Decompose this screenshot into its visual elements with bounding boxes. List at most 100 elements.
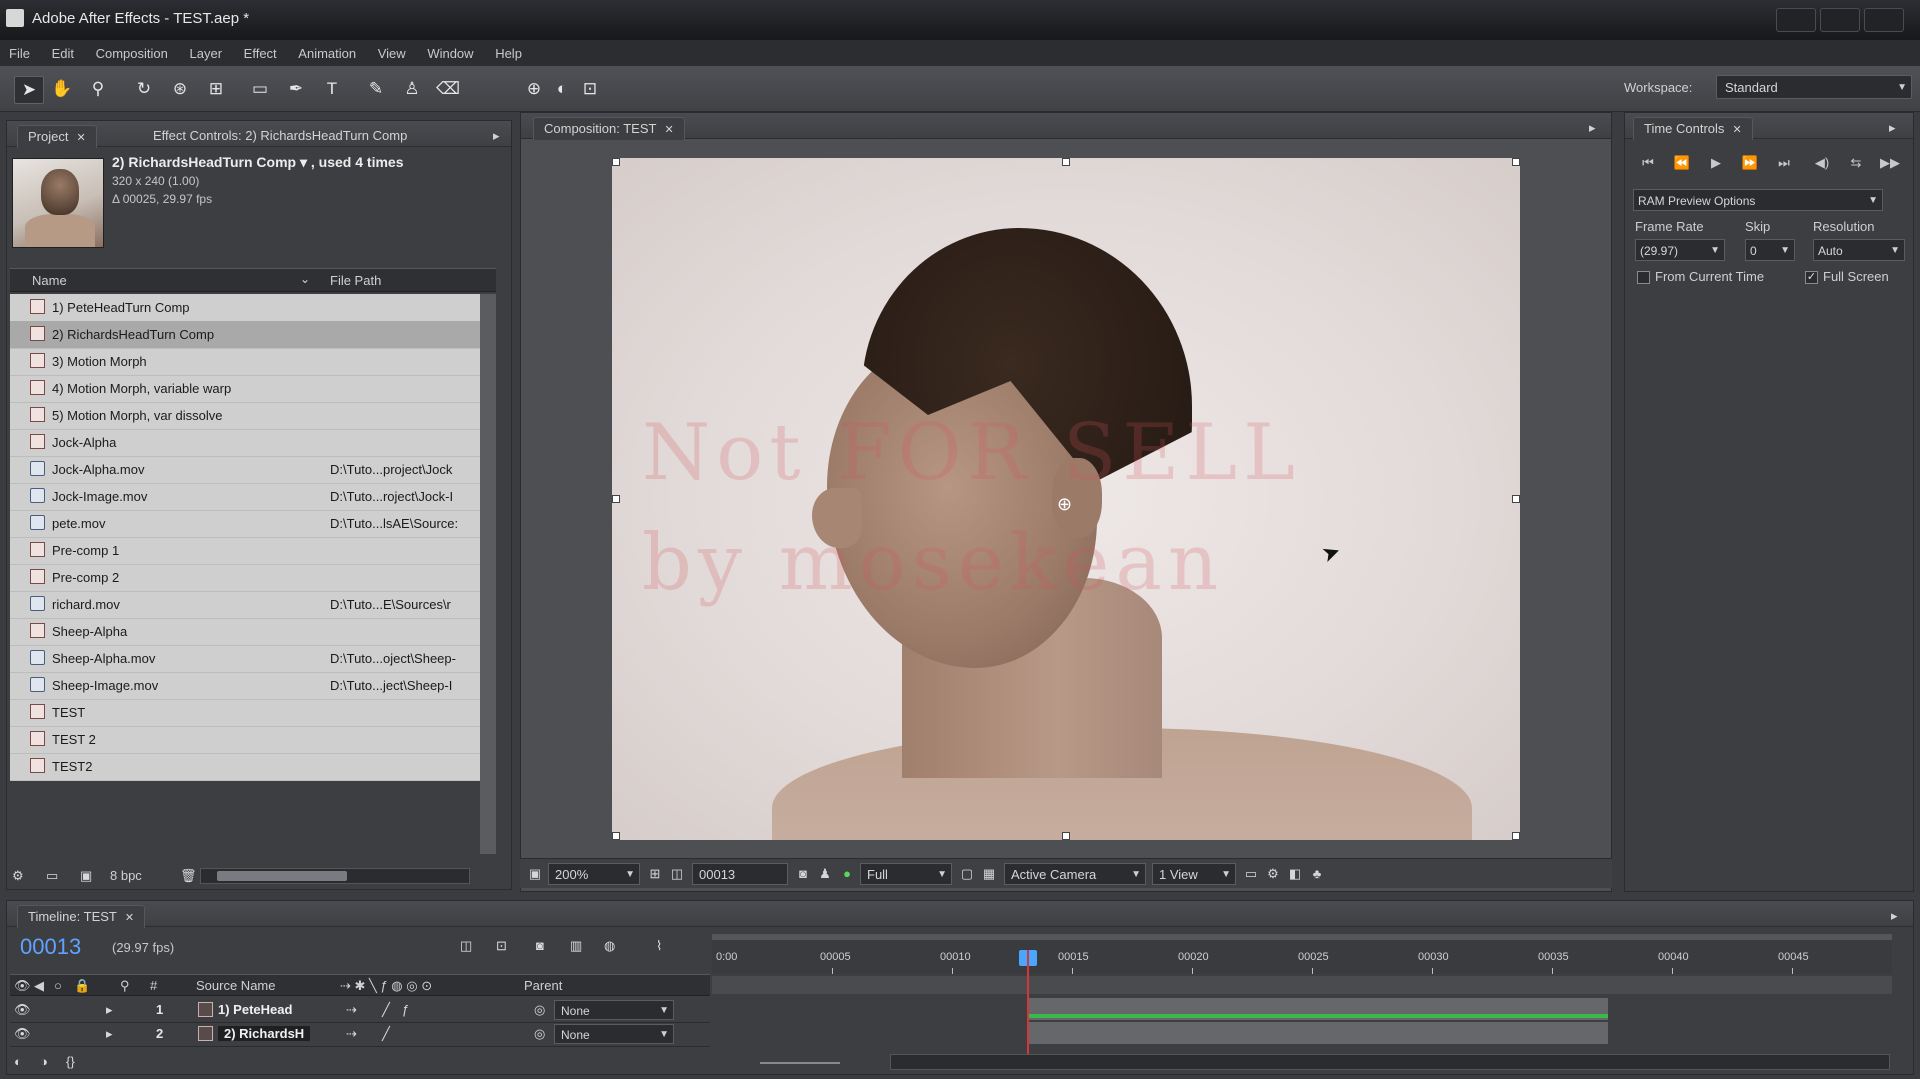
flowchart-icon[interactable]: ♣	[1308, 865, 1326, 883]
quality-switch-icon[interactable]: ╱	[382, 1026, 390, 1042]
shy-switch-icon[interactable]: ⇢	[346, 1026, 357, 1042]
column-name[interactable]: Name	[32, 273, 67, 288]
project-item[interactable]: 4) Motion Morph, variable warp	[10, 375, 480, 403]
zoom-dropdown[interactable]: 200% ▼	[548, 863, 640, 885]
eye-icon[interactable]: 👁	[14, 1026, 31, 1042]
menu-layer[interactable]: Layer	[181, 40, 232, 67]
play-icon[interactable]: ▶	[1703, 153, 1729, 173]
close-window-button[interactable]	[1864, 8, 1904, 32]
project-item[interactable]: Jock-Image.mov D:\Tuto...roject\Jock-I	[10, 483, 480, 511]
project-item[interactable]: Pre-comp 1	[10, 537, 480, 565]
snapshot-icon[interactable]: ◙	[794, 865, 812, 883]
quality-switch-icon[interactable]: ╱	[382, 1002, 390, 1018]
new-comp-icon[interactable]: ▣	[80, 868, 92, 884]
project-item[interactable]: pete.mov D:\Tuto...lsAE\Source:	[10, 510, 480, 538]
project-item[interactable]: 3) Motion Morph	[10, 348, 480, 376]
close-icon[interactable]: ✕	[76, 132, 85, 144]
next-frame-icon[interactable]: ⏩	[1737, 153, 1763, 173]
resolution-dropdown[interactable]: Auto ▼	[1813, 239, 1905, 261]
toggle-modes-icon[interactable]: ◑	[40, 1054, 48, 1069]
ram-preview-options-dropdown[interactable]: RAM Preview Options ▼	[1633, 189, 1883, 211]
rectangle-mask-tool-icon[interactable]: ▭	[246, 76, 274, 102]
current-time-field[interactable]: 00013	[692, 863, 788, 885]
transform-handle[interactable]	[612, 495, 620, 503]
current-time-indicator[interactable]	[1027, 950, 1029, 1054]
shy-switch-icon[interactable]: ⇢	[346, 1002, 357, 1018]
project-item[interactable]: 2) RichardsHeadTurn Comp	[10, 321, 480, 349]
project-item[interactable]: 1) PeteHeadTurn Comp	[10, 294, 480, 322]
transform-handle[interactable]	[612, 832, 620, 840]
mask-view-icon[interactable]: ◫	[668, 865, 686, 883]
zoom-slider[interactable]	[760, 1062, 840, 1064]
close-icon[interactable]: ✕	[664, 124, 673, 136]
full-screen-checkbox[interactable]: ✓	[1805, 271, 1818, 284]
camera-dropdown[interactable]: Active Camera ▼	[1004, 863, 1146, 885]
project-vertical-scrollbar[interactable]	[480, 294, 496, 854]
interpret-footage-icon[interactable]: ⚙	[12, 868, 24, 884]
menu-edit[interactable]: Edit	[43, 40, 83, 67]
panel-menu-icon[interactable]: ▸	[1881, 905, 1908, 927]
menu-file[interactable]: File	[0, 40, 39, 67]
fast-previews-icon[interactable]: ⚙	[1264, 865, 1282, 883]
scroll-thumb[interactable]	[217, 871, 347, 881]
menu-animation[interactable]: Animation	[289, 40, 365, 67]
ram-preview-icon[interactable]: ▶▶	[1877, 153, 1903, 173]
project-item[interactable]: Sheep-Alpha.mov D:\Tuto...oject\Sheep-	[10, 645, 480, 673]
menu-help[interactable]: Help	[486, 40, 531, 67]
trash-icon[interactable]: 🗑	[180, 868, 197, 884]
effect-switch-icon[interactable]: ƒ	[402, 1002, 409, 1017]
hide-shy-layers-icon[interactable]: ◙	[536, 938, 544, 953]
pickwhip-icon[interactable]: ◎	[534, 1002, 545, 1018]
navigator-bar[interactable]	[712, 934, 1892, 940]
view-layout-dropdown[interactable]: 1 View ▼	[1152, 863, 1236, 885]
frame-blending-icon[interactable]: ▥	[570, 938, 582, 954]
tab-composition[interactable]: Composition: TEST ✕	[533, 117, 685, 140]
close-icon[interactable]: ✕	[125, 912, 134, 924]
tab-effect-controls[interactable]: Effect Controls: 2) RichardsHeadTurn Com…	[143, 125, 417, 147]
workspace-dropdown[interactable]: Standard ▼	[1716, 75, 1912, 99]
project-item[interactable]: Sheep-Alpha	[10, 618, 480, 646]
menu-effect[interactable]: Effect	[235, 40, 286, 67]
panel-menu-icon[interactable]: ▸	[1879, 117, 1906, 139]
tab-project[interactable]: Project ✕	[17, 125, 97, 148]
project-item[interactable]: TEST2	[10, 753, 480, 781]
world-axis-icon[interactable]: ◐	[548, 76, 576, 102]
project-item[interactable]: Pre-comp 2	[10, 564, 480, 592]
layer-source-name[interactable]: 2) RichardsH	[218, 1026, 311, 1041]
from-current-time-checkbox[interactable]	[1637, 271, 1650, 284]
rotation-tool-icon[interactable]: ↻	[130, 76, 158, 102]
transform-handle[interactable]	[1062, 158, 1070, 166]
camera-orbit-tool-icon[interactable]: ⊛	[166, 76, 194, 102]
expand-arrow-icon[interactable]: ▸	[106, 1002, 113, 1018]
loop-icon[interactable]: ⇆	[1843, 153, 1869, 173]
view-axis-icon[interactable]: ⊡	[576, 76, 604, 102]
hand-tool-icon[interactable]: ✋	[48, 76, 76, 102]
timeline-icon[interactable]: ◧	[1286, 865, 1304, 883]
project-item[interactable]: 5) Motion Morph, var dissolve	[10, 402, 480, 430]
project-item[interactable]: TEST 2	[10, 726, 480, 754]
audio-icon[interactable]: ◀)	[1809, 153, 1835, 173]
maximize-button[interactable]	[1820, 8, 1860, 32]
show-snapshot-icon[interactable]: ♟	[816, 865, 834, 883]
first-frame-icon[interactable]: ⏮	[1635, 153, 1661, 173]
close-icon[interactable]: ✕	[1732, 124, 1741, 136]
frame-rate-dropdown[interactable]: (29.97) ▼	[1635, 239, 1725, 261]
timeline-current-time[interactable]: 00013	[20, 934, 81, 960]
transform-handle[interactable]	[1512, 495, 1520, 503]
eye-icon[interactable]: 👁	[14, 1002, 31, 1018]
pen-tool-icon[interactable]: ✒	[282, 76, 310, 102]
new-folder-icon[interactable]: ▭	[46, 868, 58, 884]
toggle-pixel-aspect-icon[interactable]: ▭	[1242, 865, 1260, 883]
timeline-layer-row[interactable]: 👁 ▸ 1 1) PeteHead ⇢ ╱ ƒ ◎ None ▼	[10, 998, 710, 1023]
transform-handle[interactable]	[1512, 832, 1520, 840]
color-channel-icon[interactable]: ●	[838, 865, 856, 883]
menu-window[interactable]: Window	[418, 40, 482, 67]
menu-composition[interactable]: Composition	[87, 40, 177, 67]
always-preview-icon[interactable]: ▣	[526, 865, 544, 883]
transform-handle[interactable]	[1512, 158, 1520, 166]
toggle-switches-icon[interactable]: ◐	[14, 1054, 22, 1069]
grid-overlay-icon[interactable]: ⊞	[646, 865, 664, 883]
expand-panes-icon[interactable]: {}	[66, 1054, 75, 1069]
expand-arrow-icon[interactable]: ▸	[106, 1026, 113, 1042]
transform-handle[interactable]	[612, 158, 620, 166]
